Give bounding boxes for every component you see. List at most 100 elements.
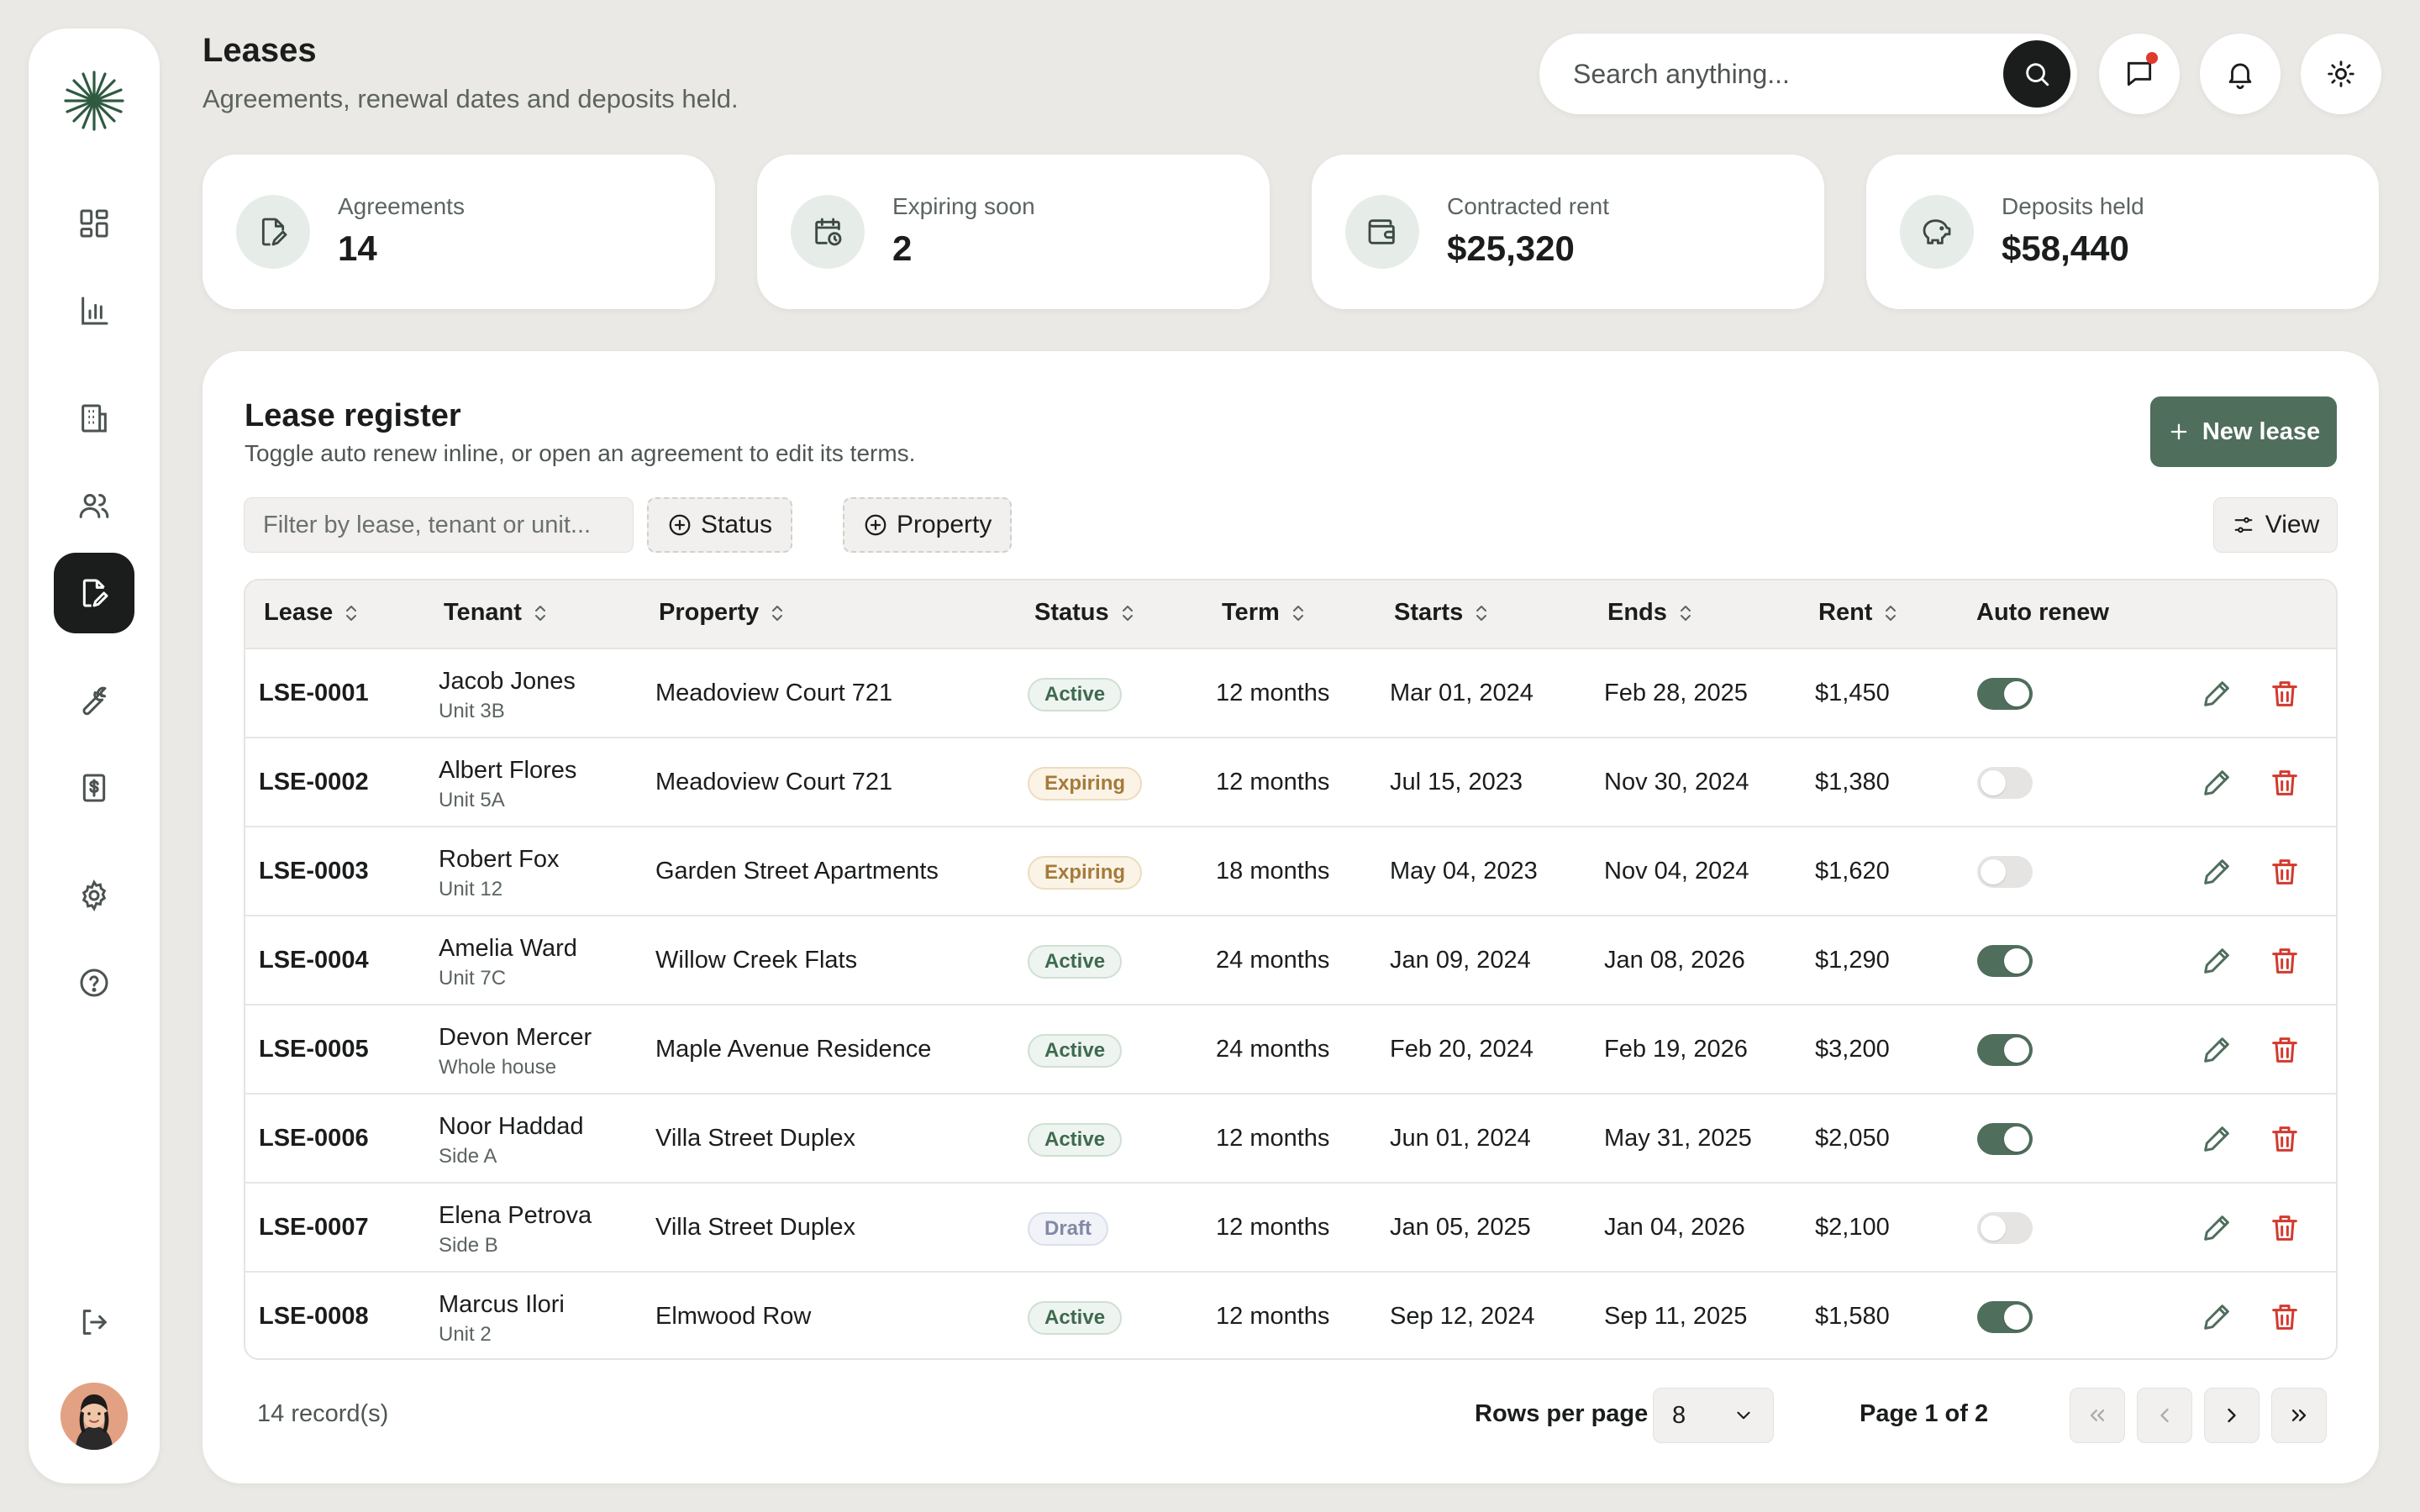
lease-term: 18 months <box>1216 858 1330 885</box>
trash-icon <box>2268 1305 2302 1337</box>
column-header-term[interactable]: Term <box>1222 599 1308 627</box>
trash-icon <box>2268 681 2302 714</box>
sidebar-item-settings[interactable] <box>54 855 134 936</box>
sidebar-item-dashboard[interactable] <box>54 183 134 264</box>
edit-lease-button[interactable] <box>2200 766 2233 800</box>
property-filter-chip[interactable]: Property <box>843 497 1013 553</box>
start-date: Jul 15, 2023 <box>1390 769 1523 795</box>
messages-button[interactable] <box>2099 34 2180 114</box>
start-date: Mar 01, 2024 <box>1390 680 1534 706</box>
property-name: Meadoview Court 721 <box>655 680 893 706</box>
table-row[interactable]: LSE-0008 Marcus Ilori Unit 2 Elmwood Row Act… <box>245 1273 2336 1358</box>
column-label: Term <box>1222 599 1280 626</box>
column-header-ends[interactable]: Ends <box>1607 599 1696 627</box>
auto-renew-toggle[interactable] <box>1977 1123 2033 1155</box>
pencil-icon <box>2200 1215 2233 1248</box>
table-row[interactable]: LSE-0007 Elena Petrova Side B Villa Street … <box>245 1184 2336 1273</box>
stat-label: Agreements <box>338 193 465 219</box>
column-header-tenant[interactable]: Tenant <box>444 599 550 627</box>
first-page-button[interactable] <box>2070 1388 2125 1443</box>
auto-renew-toggle[interactable] <box>1977 1301 2033 1333</box>
view-options-button[interactable]: View <box>2213 497 2338 553</box>
delete-lease-button[interactable] <box>2268 1033 2302 1067</box>
auto-renew-toggle[interactable] <box>1977 1034 2033 1066</box>
column-header-status[interactable]: Status <box>1034 599 1138 627</box>
edit-lease-button[interactable] <box>2200 677 2233 711</box>
theme-toggle-button[interactable] <box>2301 34 2381 114</box>
table-row[interactable]: LSE-0002 Albert Flores Unit 5A Meadoview Co… <box>245 738 2336 827</box>
delete-lease-button[interactable] <box>2268 944 2302 978</box>
property-name: Elmwood Row <box>655 1303 812 1330</box>
column-header-rent[interactable]: Rent <box>1818 599 1901 627</box>
rows-per-page-label: Rows per page <box>1475 1400 1649 1427</box>
auto-renew-toggle[interactable] <box>1977 945 2033 977</box>
sort-icon <box>534 605 545 621</box>
avatar[interactable] <box>60 1383 128 1450</box>
piggy-bank-icon <box>1900 195 1974 269</box>
status-filter-chip[interactable]: Status <box>647 497 793 553</box>
auto-renew-toggle[interactable] <box>1977 856 2033 888</box>
sidebar-item-analytics[interactable] <box>54 270 134 351</box>
edit-lease-button[interactable] <box>2200 1122 2233 1156</box>
last-page-button[interactable] <box>2271 1388 2327 1443</box>
pencil-icon <box>2200 770 2233 803</box>
trash-icon <box>2268 1037 2302 1070</box>
stat-value: 14 <box>338 228 377 268</box>
property-name: Villa Street Duplex <box>655 1125 856 1152</box>
start-date: Sep 12, 2024 <box>1390 1303 1535 1330</box>
column-header-property[interactable]: Property <box>659 599 787 627</box>
table-row[interactable]: LSE-0004 Amelia Ward Unit 7C Willow Creek F… <box>245 916 2336 1005</box>
table-row[interactable]: LSE-0006 Noor Haddad Side A Villa Street Du… <box>245 1095 2336 1184</box>
column-label: Lease <box>264 599 334 626</box>
previous-page-button[interactable] <box>2137 1388 2192 1443</box>
delete-lease-button[interactable] <box>2268 677 2302 711</box>
property-name: Meadoview Court 721 <box>655 769 893 795</box>
delete-lease-button[interactable] <box>2268 1211 2302 1245</box>
auto-renew-toggle[interactable] <box>1977 678 2033 710</box>
status-badge: Active <box>1028 1301 1123 1335</box>
rows-per-page-select[interactable]: 8 <box>1653 1388 1774 1443</box>
column-label: Tenant <box>444 599 522 626</box>
filter-input[interactable] <box>244 497 634 553</box>
table-row[interactable]: LSE-0005 Devon Mercer Whole house Maple Ave… <box>245 1005 2336 1095</box>
logout-button[interactable] <box>54 1282 134 1362</box>
new-lease-button[interactable]: New lease <box>2150 396 2337 467</box>
lease-id: LSE-0004 <box>259 947 369 974</box>
end-date: Jan 08, 2026 <box>1604 947 1745 974</box>
search-input[interactable] <box>1573 54 1993 94</box>
tenant-name: Jacob Jones <box>439 668 576 695</box>
column-label: Auto renew <box>1976 599 2109 626</box>
sidebar-item-properties[interactable] <box>54 378 134 459</box>
notifications-button[interactable] <box>2200 34 2281 114</box>
lease-term: 12 months <box>1216 769 1330 795</box>
edit-lease-button[interactable] <box>2200 944 2233 978</box>
column-header-lease[interactable]: Lease <box>264 599 361 627</box>
table-row[interactable]: LSE-0001 Jacob Jones Unit 3B Meadoview Cour… <box>245 649 2336 738</box>
rent-amount: $2,050 <box>1815 1125 1890 1152</box>
auto-renew-toggle[interactable] <box>1977 1212 2033 1244</box>
sort-icon <box>346 605 357 621</box>
delete-lease-button[interactable] <box>2268 855 2302 889</box>
table-row[interactable]: LSE-0003 Robert Fox Unit 12 Garden Street A… <box>245 827 2336 916</box>
edit-lease-button[interactable] <box>2200 1211 2233 1245</box>
auto-renew-toggle[interactable] <box>1977 767 2033 799</box>
next-page-button[interactable] <box>2204 1388 2260 1443</box>
sidebar-item-maintenance[interactable] <box>54 660 134 741</box>
column-header-starts[interactable]: Starts <box>1394 599 1491 627</box>
sidebar-item-leases[interactable] <box>54 553 134 633</box>
sidebar-item-tenants[interactable] <box>54 465 134 546</box>
sidebar-item-help[interactable] <box>54 942 134 1023</box>
delete-lease-button[interactable] <box>2268 1300 2302 1334</box>
edit-lease-button[interactable] <box>2200 1033 2233 1067</box>
lease-term: 24 months <box>1216 947 1330 974</box>
delete-lease-button[interactable] <box>2268 1122 2302 1156</box>
sidebar-item-payments[interactable] <box>54 748 134 828</box>
edit-lease-button[interactable] <box>2200 1300 2233 1334</box>
delete-lease-button[interactable] <box>2268 766 2302 800</box>
search-button[interactable] <box>2003 40 2070 108</box>
lease-id: LSE-0006 <box>259 1125 369 1152</box>
rent-amount: $3,200 <box>1815 1036 1890 1063</box>
edit-lease-button[interactable] <box>2200 855 2233 889</box>
tenant-name: Marcus Ilori <box>439 1291 565 1318</box>
brand-logo-icon[interactable] <box>62 69 126 133</box>
